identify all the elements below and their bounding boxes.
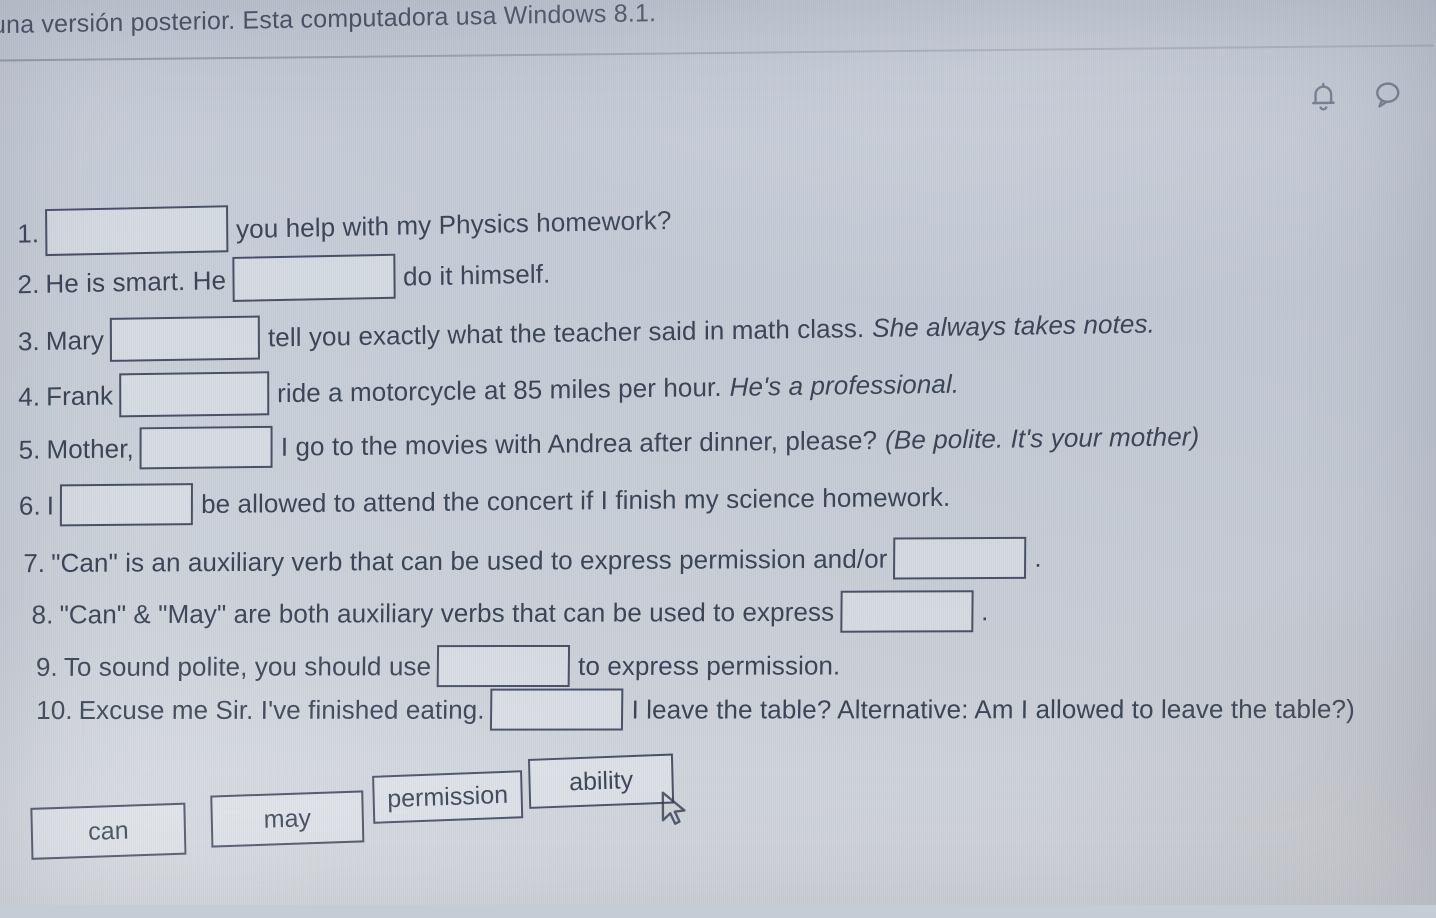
answer-chip-label: ability xyxy=(568,765,634,796)
answer-chip-may[interactable]: may xyxy=(210,790,365,848)
answer-blank-2[interactable] xyxy=(231,253,396,302)
question-prefix-5: Mother, xyxy=(46,433,134,465)
question-prefix-4: Frank xyxy=(46,380,114,412)
answer-blank-4[interactable] xyxy=(119,371,270,418)
answer-blank-10[interactable] xyxy=(490,688,624,731)
answer-chip-can[interactable]: can xyxy=(30,802,187,860)
question-number: 5. xyxy=(18,434,41,465)
bell-icon[interactable] xyxy=(1306,79,1340,114)
header-divider xyxy=(0,44,1435,62)
answer-options: can may permission ability xyxy=(21,752,742,885)
question-row-3: 3. Mary tell you exactly what the teache… xyxy=(18,301,1155,363)
question-hint-4: He's a professional. xyxy=(729,368,960,402)
question-row-4: 4. Frank ride a motorcycle at 85 miles p… xyxy=(18,362,959,419)
question-number: 4. xyxy=(18,381,41,412)
answer-blank-9[interactable] xyxy=(436,644,571,688)
answer-blank-3[interactable] xyxy=(109,315,261,362)
question-row-5: 5. Mother, I go to the movies with Andre… xyxy=(19,415,1200,470)
question-prefix-10: Excuse me Sir. I've finished eating. xyxy=(78,694,485,726)
answer-blank-7[interactable] xyxy=(893,536,1027,580)
header-icon-group xyxy=(1306,77,1404,113)
question-number: 3. xyxy=(17,325,40,357)
question-list: 1. you help with my Physics homework? 2.… xyxy=(0,183,1435,731)
question-text-3: tell you exactly what the teacher said i… xyxy=(267,313,865,353)
answer-chip-label: permission xyxy=(386,780,509,813)
answer-chip-ability[interactable]: ability xyxy=(527,753,675,809)
question-row-2: 2. He is smart. He do it himself. xyxy=(17,251,550,307)
question-row-1: 1. you help with my Physics homework? xyxy=(17,196,672,257)
answer-blank-5[interactable] xyxy=(139,425,273,470)
question-prefix-8: "Can" & "May" are both auxiliary verbs t… xyxy=(59,596,835,630)
question-prefix-3: Mary xyxy=(45,324,105,356)
chat-bubble-icon[interactable] xyxy=(1370,77,1404,112)
answer-chip-permission[interactable]: permission xyxy=(372,770,524,824)
question-prefix-2: He is smart. He xyxy=(45,264,227,299)
question-row-9: 9. To sound polite, you should use to ex… xyxy=(35,644,841,688)
question-row-6: 6. I be allowed to attend the concert if… xyxy=(19,476,951,527)
answer-chip-label: may xyxy=(263,803,312,834)
question-text-7: . xyxy=(1034,542,1042,573)
question-row-10: 10. Excuse me Sir. I've finished eating.… xyxy=(36,688,1355,731)
question-prefix-7: "Can" is an auxiliary verb that can be u… xyxy=(51,543,888,578)
question-number: 8. xyxy=(31,599,54,630)
question-number: 9. xyxy=(35,651,58,682)
question-text-4: ride a motorcycle at 85 miles per hour. xyxy=(277,371,722,409)
mouse-pointer-icon xyxy=(659,790,691,833)
answer-blank-6[interactable] xyxy=(60,483,194,527)
question-number: 2. xyxy=(17,268,40,299)
question-text-2: do it himself. xyxy=(402,258,551,292)
question-hint-3: She always takes notes. xyxy=(872,308,1155,343)
question-text-5: I go to the movies with Andrea after din… xyxy=(280,424,878,462)
question-text-9: to express permission. xyxy=(577,650,841,681)
question-row-7: 7. "Can" is an auxiliary verb that can b… xyxy=(23,536,1042,584)
question-prefix-9: To sound polite, you should use xyxy=(63,651,432,682)
banner-text: una versión posterior. Esta computadora … xyxy=(0,0,657,39)
question-text-10: I leave the table? Alternative: Am I all… xyxy=(631,693,1356,725)
question-hint-5: (Be polite. It's your mother) xyxy=(885,421,1200,455)
question-number: 7. xyxy=(23,547,46,579)
windows-version-banner: una versión posterior. Esta computadora … xyxy=(0,0,1434,45)
question-text-6: be allowed to attend the concert if I fi… xyxy=(201,481,951,520)
answer-chip-label: can xyxy=(87,816,129,846)
question-number: 10. xyxy=(36,695,73,726)
question-number: 6. xyxy=(18,490,41,521)
answer-blank-1[interactable] xyxy=(44,205,229,257)
question-prefix-6: I xyxy=(46,490,55,521)
question-row-8: 8. "Can" & "May" are both auxiliary verb… xyxy=(31,590,989,635)
answer-blank-8[interactable] xyxy=(839,590,974,633)
question-number: 1. xyxy=(17,217,40,249)
question-text-1: you help with my Physics homework? xyxy=(235,204,672,244)
question-text-8: . xyxy=(981,596,989,627)
worksheet-page: una versión posterior. Esta computadora … xyxy=(0,0,1436,918)
